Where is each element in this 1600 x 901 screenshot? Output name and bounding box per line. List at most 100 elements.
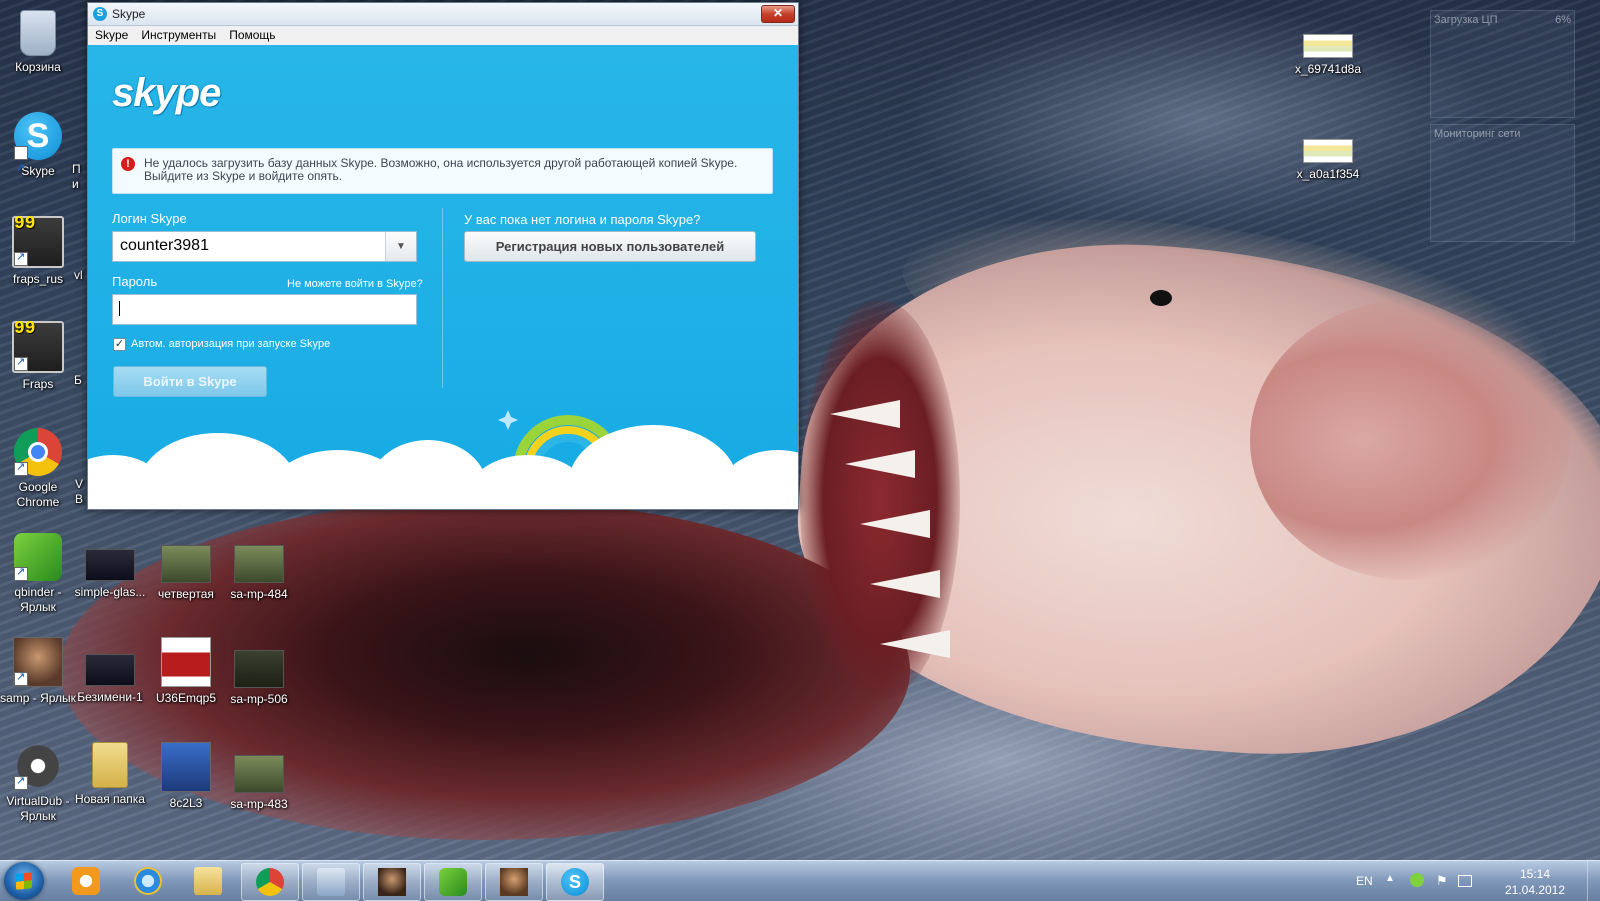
skype-icon: S [93, 7, 107, 21]
image-file-icon [234, 755, 284, 793]
clock-time[interactable]: 15:14 [1500, 867, 1570, 881]
image-file-icon [85, 549, 135, 581]
partial-icon-label: П [72, 162, 81, 176]
login-input[interactable]: counter3981 ▼ [112, 231, 417, 262]
sparkle-icon [498, 410, 518, 430]
error-icon: ! [121, 157, 135, 171]
wallpaper-tooth [830, 400, 900, 428]
desktop-icon-simple-glass[interactable]: simple-glas... [72, 537, 148, 600]
desktop-icon-fraps[interactable]: 99 Fraps [0, 319, 76, 392]
menu-skype[interactable]: Skype [88, 26, 134, 42]
action-center-flag-icon[interactable]: ⚑ [1436, 873, 1450, 888]
login-history-dropdown[interactable]: ▼ [385, 232, 416, 261]
desktop-icon-sa-mp-484[interactable]: sa-mp-484 [221, 537, 297, 602]
fraps-icon: 99 [12, 214, 64, 268]
desktop-icon-u36emqp5[interactable]: U36Emqp5 [148, 637, 224, 706]
password-label: Пароль [112, 274, 158, 289]
shortcut-arrow-icon [14, 565, 28, 581]
control-panel-icon [317, 868, 345, 896]
desktop-gadget: Загрузка ЦП 6% Мониторинг сети [1430, 10, 1575, 280]
network-gadget-title: Мониторинг сети [1434, 128, 1521, 140]
wallpaper-tooth [880, 630, 950, 658]
skype-icon: S [14, 112, 62, 192]
image-file-icon [234, 650, 284, 688]
desktop-icon-skype[interactable]: S Skype [0, 112, 76, 192]
desktop-icon-qbinder[interactable]: qbinder - Ярлык [0, 533, 76, 615]
network-icon[interactable] [1458, 875, 1472, 887]
shortcut-arrow-icon [14, 355, 28, 371]
panel-divider [442, 208, 443, 388]
language-indicator[interactable]: EN [1356, 874, 1373, 888]
desktop-icon-bezimeni[interactable]: Безимени-1 [72, 642, 148, 705]
window-titlebar[interactable]: S Skype ✕ [88, 3, 798, 26]
wallpaper-tooth [845, 450, 915, 478]
desktop-icon-new-folder[interactable]: Новая папка [72, 742, 148, 807]
desktop-icon-x-69741d8a[interactable]: x_69741d8a [1290, 20, 1366, 77]
taskbar-samp[interactable] [363, 863, 421, 901]
skype-icon: S [561, 868, 589, 896]
desktop-icon-x-a0a1f354[interactable]: x_a0a1f354 [1290, 125, 1366, 182]
desktop-icon-samp[interactable]: samp - Ярлык [0, 637, 76, 706]
desktop-icon-chetvertaya[interactable]: четвертая [148, 537, 224, 602]
taskbar-samp-avatar[interactable] [485, 863, 543, 901]
window-title: Skype [112, 7, 146, 21]
shortcut-arrow-icon [14, 774, 28, 790]
taskbar-chrome[interactable] [241, 863, 299, 901]
folder-icon [92, 742, 128, 788]
taskbar-internet-explorer[interactable] [120, 863, 176, 899]
desktop-icon-8c2l3[interactable]: 8c2L3 [148, 742, 224, 811]
skype-login-window: S Skype ✕ Skype Инструменты Помощь skype !… [87, 2, 799, 510]
virtualdub-gear-icon [14, 742, 62, 790]
show-hidden-icons-button[interactable]: ▲ [1385, 873, 1395, 884]
image-file-icon [161, 742, 211, 792]
menu-help[interactable]: Помощь [222, 26, 281, 42]
chrome-icon [256, 868, 284, 896]
cpu-gadget-value: 6% [1555, 14, 1571, 26]
clock-date[interactable]: 21.04.2012 [1500, 883, 1570, 897]
taskbar-explorer[interactable] [180, 863, 236, 899]
qbinder-icon [439, 868, 467, 896]
image-file-icon [161, 545, 211, 583]
chrome-icon [14, 428, 62, 476]
autologin-checkbox[interactable]: ✓ [113, 338, 126, 351]
autologin-label[interactable]: Автом. авторизация при запуске Skype [131, 338, 330, 350]
desktop-icon-sa-mp-506[interactable]: sa-mp-506 [221, 642, 297, 707]
desktop-icon-chrome[interactable]: Google Chrome [0, 428, 76, 510]
image-file-icon [85, 654, 135, 686]
shortcut-arrow-icon [14, 670, 28, 686]
taskbar-qbinder[interactable] [424, 863, 482, 901]
shortcut-arrow-icon [14, 250, 28, 266]
sign-in-button[interactable]: Войти в Skype [113, 366, 267, 397]
recycle-bin-icon [20, 10, 56, 56]
show-desktop-button[interactable] [1587, 861, 1600, 901]
taskbar-control-panel[interactable] [302, 863, 360, 901]
login-input-value: counter3981 [120, 237, 209, 254]
menu-bar: Skype Инструменты Помощь [88, 26, 798, 46]
start-button[interactable] [4, 862, 44, 900]
wallpaper-tooth [860, 510, 930, 538]
cpu-gadget: Загрузка ЦП 6% [1430, 10, 1575, 118]
cloud-base [88, 469, 798, 509]
close-button[interactable]: ✕ [761, 5, 795, 23]
partial-icon-label: vl [74, 268, 83, 282]
desktop-icon-virtualdub[interactable]: VirtualDub - Ярлык [0, 742, 76, 824]
taskbar-media-player[interactable] [58, 863, 114, 899]
taskbar-skype[interactable]: S [546, 863, 604, 901]
register-button[interactable]: Регистрация новых пользователей [464, 231, 756, 262]
desktop-icon-fraps-rus[interactable]: 99 fraps_rus [0, 214, 76, 287]
login-label: Логин Skype [112, 211, 187, 226]
qbinder-icon [14, 533, 62, 581]
menu-tools[interactable]: Инструменты [134, 26, 222, 42]
explorer-folder-icon [194, 867, 222, 895]
password-input[interactable] [112, 294, 417, 325]
image-file-icon [234, 545, 284, 583]
forgot-login-link[interactable]: Не можете войти в Skype? [287, 278, 423, 290]
desktop-icon-recycle-bin[interactable]: Корзина [0, 8, 76, 75]
desktop-icon-sa-mp-483[interactable]: sa-mp-483 [221, 747, 297, 812]
text-caret [119, 301, 120, 316]
network-gadget: Мониторинг сети [1430, 124, 1575, 242]
system-tray: EN ▲ ⚑ 15:14 21.04.2012 [1340, 861, 1600, 901]
qbinder-tray-icon[interactable] [1410, 873, 1424, 887]
partial-icon-label: и [72, 177, 79, 191]
wallpaper-shark-snout [1250, 300, 1570, 580]
